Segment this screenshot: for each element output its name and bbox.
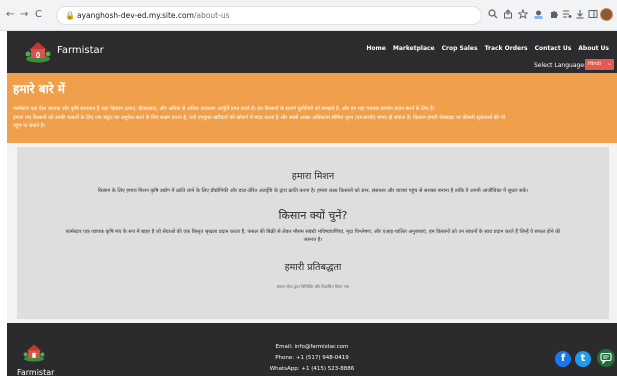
- browser-toolbar: ← → C 🔒 ayanghosh-dev-ed.my.site.com/abo…: [0, 0, 617, 31]
- nav-marketplace[interactable]: Marketplace: [393, 45, 435, 52]
- extension-icon[interactable]: [533, 9, 544, 20]
- nav-crop-sales[interactable]: Crop Sales: [442, 45, 478, 52]
- language-value: Hindi: [588, 61, 601, 67]
- mission-text: किसान के लिए हमारा मिशन कृषि उद्योग में …: [97, 188, 529, 194]
- forward-arrow-icon[interactable]: →: [20, 9, 28, 21]
- about-banner: हमारे बारे में फार्मस्टार एक ऐसा व्यापक …: [7, 73, 617, 143]
- nav-home[interactable]: Home: [366, 45, 385, 52]
- profile-avatar[interactable]: [600, 8, 613, 21]
- language-label: Select Language:: [534, 62, 587, 69]
- chevron-down-icon: ⌄: [606, 60, 612, 67]
- download-icon[interactable]: [575, 9, 585, 19]
- about-paragraph-1: फार्मस्टार एक ऐसा व्यापक और कृषि समाधान …: [13, 106, 435, 112]
- footer-phone[interactable]: Phone: +1 (517) 948-0419: [7, 355, 617, 361]
- commitment-heading: हमारी प्रतिबद्धता: [284, 262, 342, 273]
- twitter-icon[interactable]: t: [575, 351, 591, 367]
- why-heading: किसान क्यों चुनें?: [278, 209, 348, 222]
- footer-whatsapp[interactable]: WhatsApp: +1 (415) 523-8886: [7, 366, 617, 372]
- nav-track-orders[interactable]: Track Orders: [485, 45, 528, 52]
- nav-about-us[interactable]: About Us: [578, 45, 609, 52]
- sidepanel-icon[interactable]: [588, 9, 598, 19]
- reload-icon[interactable]: C: [35, 9, 42, 21]
- facebook-icon[interactable]: f: [555, 351, 571, 367]
- why-text-line-1: फार्मस्टार एक व्यापक कृषि मंच के रूप में…: [65, 229, 561, 235]
- language-select[interactable]: Hindi ⌄: [585, 59, 614, 70]
- about-title: हमारे बारे में: [13, 82, 65, 96]
- brand-name[interactable]: Farmistar: [57, 45, 104, 56]
- farmhouse-logo-icon[interactable]: [25, 39, 51, 63]
- nav-contact-us[interactable]: Contact Us: [535, 45, 572, 52]
- commitment-text: हमारा सोच द्वारा विनिर्दिष्ट और विकसित क…: [276, 284, 350, 289]
- media-icon[interactable]: [562, 9, 572, 19]
- content-card: हमारा मिशन किसान के लिए हमारा मिशन कृषि …: [17, 147, 609, 319]
- back-arrow-icon[interactable]: ←: [6, 9, 14, 21]
- mission-heading: हमारा मिशन: [291, 171, 335, 182]
- share-icon[interactable]: [503, 9, 513, 19]
- star-icon[interactable]: [518, 9, 528, 19]
- url-text: ayanghosh-dev-ed.my.site.com/about-us: [77, 11, 230, 20]
- chat-bubble-icon[interactable]: [597, 349, 615, 367]
- puzzle-icon[interactable]: [549, 9, 559, 19]
- main-section: हमारा मिशन किसान के लिए हमारा मिशन कृषि …: [7, 143, 617, 323]
- search-icon[interactable]: [488, 9, 498, 19]
- footer-email[interactable]: Email: info@farmistar.com: [7, 344, 617, 350]
- about-paragraph-3: पहुंच पा सकते हैं।: [13, 123, 46, 129]
- address-bar[interactable]: 🔒 ayanghosh-dev-ed.my.site.com/about-us: [56, 6, 482, 25]
- lock-icon[interactable]: 🔒: [65, 11, 75, 20]
- main-nav: Home Marketplace Crop Sales Track Orders…: [366, 45, 609, 52]
- site-header: Farmistar Home Marketplace Crop Sales Tr…: [7, 31, 617, 73]
- site-footer: Farmistar Email: info@farmistar.com Phon…: [7, 323, 617, 376]
- about-paragraph-2: हमारा मंच किसानों को उनकी फसलों के लिए ए…: [13, 115, 506, 121]
- why-text-line-2: जरूरत है।: [303, 237, 323, 243]
